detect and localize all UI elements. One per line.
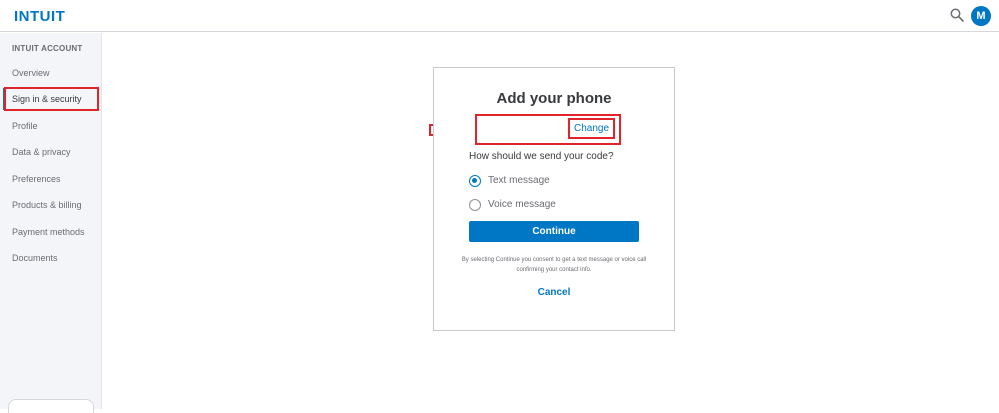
change-link[interactable]: Change	[568, 118, 615, 139]
sidebar-item-overview[interactable]: Overview	[3, 62, 99, 84]
sidebar-item-label: Products & billing	[12, 200, 82, 210]
add-phone-card: Add your phone Change How should we send…	[433, 67, 675, 331]
sidebar-item-label: Preferences	[12, 174, 61, 184]
search-icon[interactable]	[950, 8, 964, 22]
card-title: Add your phone	[496, 90, 612, 107]
sidebar-item-products-billing[interactable]: Products & billing	[3, 194, 99, 216]
cancel-link[interactable]: Cancel	[434, 287, 674, 298]
radio-label: Text message	[488, 175, 550, 186]
intuit-logo[interactable]: INTUIT	[14, 8, 65, 25]
sign-in-highlight-box	[4, 87, 99, 111]
sidebar-item-preferences[interactable]: Preferences	[3, 168, 99, 190]
avatar[interactable]: M	[971, 6, 991, 26]
radio-text-message[interactable]	[469, 175, 481, 187]
sidebar-item-label: Overview	[12, 68, 50, 78]
sidebar-bottom-panel	[8, 399, 94, 413]
radio-voice-message[interactable]	[469, 199, 481, 211]
sidebar-item-payment-methods[interactable]: Payment methods	[3, 221, 99, 243]
sidebar-item-documents[interactable]: Documents	[3, 247, 99, 269]
sidebar-item-label: Payment methods	[12, 227, 85, 237]
continue-button[interactable]: Continue	[469, 221, 639, 242]
sidebar-item-profile[interactable]: Profile	[3, 115, 99, 137]
sidebar-heading: INTUIT ACCOUNT	[12, 44, 83, 53]
sidebar-item-label: Profile	[12, 121, 38, 131]
consent-text: By selecting Continue you consent to get…	[461, 257, 647, 273]
sidebar-item-label: Data & privacy	[12, 147, 71, 157]
radio-label: Voice message	[488, 199, 556, 210]
send-code-question: How should we send your code?	[469, 151, 614, 162]
sidebar-item-label: Documents	[12, 253, 58, 263]
top-bar: INTUIT M	[0, 0, 999, 32]
sidebar-item-data-privacy[interactable]: Data & privacy	[3, 141, 99, 163]
